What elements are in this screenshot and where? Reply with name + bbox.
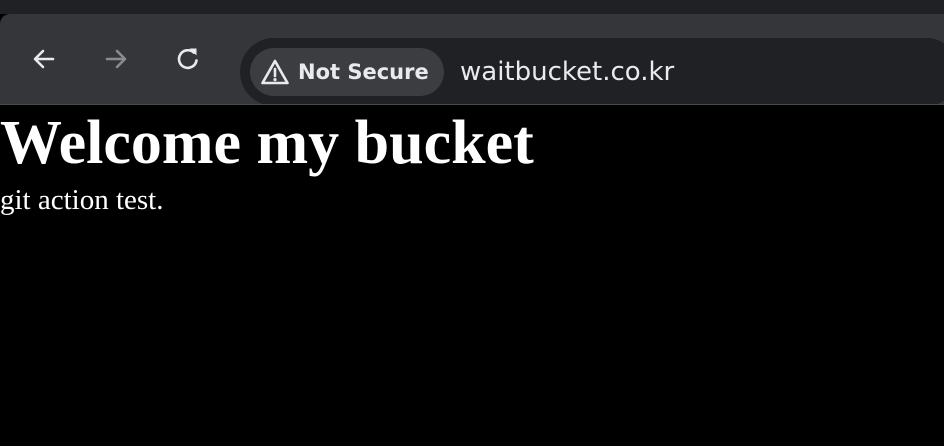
address-bar[interactable]: Not Secure waitbucket.co.kr [240, 38, 944, 106]
page-heading: Welcome my bucket [0, 109, 534, 177]
browser-toolbar: Not Secure waitbucket.co.kr [0, 14, 944, 106]
forward-button[interactable] [99, 42, 133, 76]
arrow-left-icon [31, 46, 57, 72]
browser-window: Not Secure waitbucket.co.kr Welcome my b… [0, 0, 944, 446]
tab-strip [0, 0, 944, 14]
reload-button[interactable] [171, 42, 205, 76]
warning-triangle-icon [260, 57, 290, 87]
security-label: Not Secure [298, 60, 429, 84]
reload-icon [174, 45, 202, 73]
site-security-chip[interactable]: Not Secure [250, 48, 444, 96]
url-text[interactable]: waitbucket.co.kr [460, 38, 674, 106]
web-page-content: Welcome my bucket git action test. [0, 105, 944, 446]
arrow-right-icon [103, 46, 129, 72]
back-button[interactable] [27, 42, 61, 76]
page-text: git action test. [0, 184, 164, 216]
